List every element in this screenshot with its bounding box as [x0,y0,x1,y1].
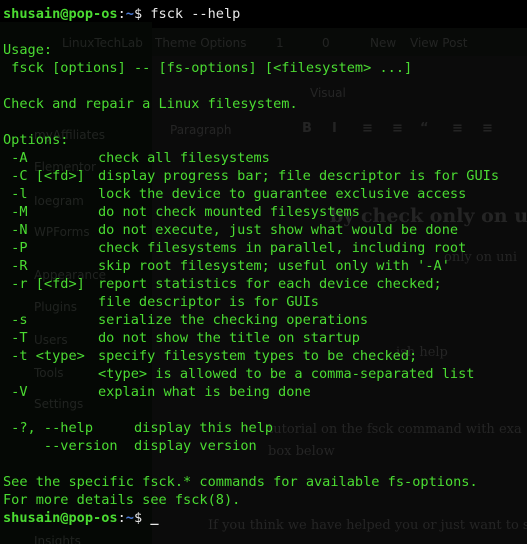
option-flag: -T [3,330,28,346]
prompt-user-host: shusain@pop-os [3,6,118,22]
option-row: -r [<fd>] report statistics for each devi… [3,275,527,293]
option-row: -C [<fd>] display progress bar; file desc… [3,167,527,185]
options-header: Options: [3,132,69,148]
option-description: do not execute, just show what would be … [98,222,459,238]
option-row: <type> is allowed to be a comma-separate… [3,365,527,383]
option-description: serialize the checking operations [98,312,369,328]
option-flag: -r [<fd>] [3,276,85,292]
details-line: For more details see fsck(8). [3,492,241,508]
option-flag: -A [3,150,28,166]
option-description: specify filesystem types to be checked; [98,348,418,364]
option-row: -N do not execute, just show what would b… [3,221,527,239]
option-row: file descriptor is for GUIs [3,293,527,311]
prompt-line: shusain@pop-os:~$ fsck --help [3,5,527,23]
option-row: -M do not check mounted filesystems [3,203,527,221]
usage-header: Usage: [3,42,53,58]
options-list: -A check all filesystems -C [<fd>] display… [3,149,527,401]
help-option-line: -?, --help display this help [3,420,274,436]
prompt-user-host: shusain@pop-os [3,510,118,526]
option-flag: -M [3,204,28,220]
usage-line: fsck [options] -- [fs-options] [<filesys… [3,60,413,76]
prompt-path: ~ [125,6,134,22]
option-description: do not check mounted filesystems [98,204,360,220]
option-description: report statistics for each device checke… [98,276,442,292]
option-description: <type> is allowed to be a comma-separate… [98,366,475,382]
prompt-symbol: $ [133,510,143,526]
option-row: -t <type> specify filesystem types to be … [3,347,527,365]
option-row: -T do not show the title on startup [3,329,527,347]
option-flag: -t <type> [3,348,85,364]
option-description: skip root filesystem; useful only with '… [98,258,450,274]
description-line: Check and repair a Linux filesystem. [3,96,298,112]
prompt-separator: : [117,6,126,22]
option-row: -l lock the device to guarantee exclusive… [3,185,527,203]
option-flag: -P [3,240,28,256]
version-option-line: --version display version [3,438,257,454]
command-text: fsck --help [150,6,241,22]
option-description: display progress bar; file descriptor is… [98,168,500,184]
option-description: explain what is being done [98,384,311,400]
terminal-window[interactable]: shusain@pop-os:~$ fsck --help Usage: fsc… [0,0,527,544]
prompt-line[interactable]: shusain@pop-os:~$ _ [3,509,527,527]
prompt-symbol: $ [133,6,143,22]
option-description: lock the device to guarantee exclusive a… [98,186,467,202]
option-description: check all filesystems [98,150,270,166]
option-description: do not show the title on startup [98,330,360,346]
option-flag: -s [3,312,28,328]
option-description: file descriptor is for GUIs [98,294,319,310]
option-flag: -N [3,222,28,238]
option-row: -s serialize the checking operations [3,311,527,329]
option-flag: -C [<fd>] [3,168,85,184]
prompt-separator: : [117,510,126,526]
option-flag: -R [3,258,28,274]
option-row: -P check filesystems in parallel, includi… [3,239,527,257]
option-flag: -l [3,186,28,202]
option-row: -V explain what is being done [3,383,527,401]
option-row: -R skip root filesystem; useful only with… [3,257,527,275]
option-flag: -V [3,384,28,400]
option-description: check filesystems in parallel, including… [98,240,467,256]
text-cursor: _ [150,510,159,526]
see-also-line: See the specific fsck.* commands for ava… [3,474,478,490]
prompt-path: ~ [125,510,134,526]
option-row: -A check all filesystems [3,149,527,167]
